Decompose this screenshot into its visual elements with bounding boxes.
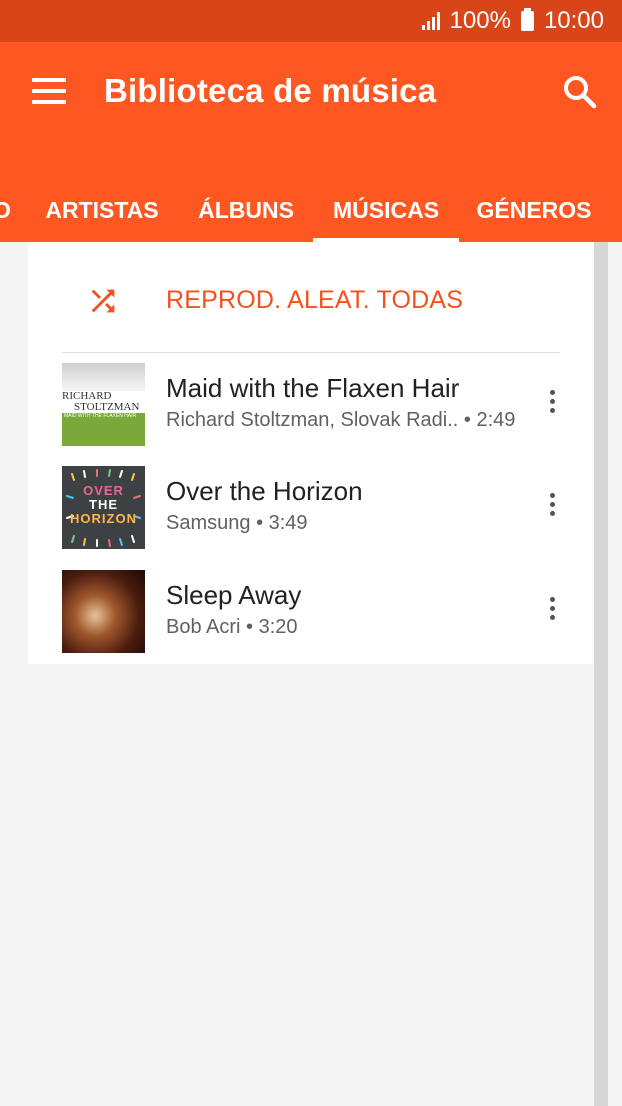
song-duration: 2:49 (476, 409, 516, 431)
song-subtitle: Bob Acri • 3:20 (166, 616, 298, 638)
shuffle-label: REPROD. ALEAT. TODAS (166, 286, 464, 314)
song-subtitle: Richard Stoltzman, Slovak Radi.. • 2:49 (166, 409, 516, 431)
battery-icon (520, 8, 534, 31)
album-art (62, 570, 145, 653)
song-duration: 3:49 (268, 512, 308, 534)
clock: 10:00 (543, 7, 604, 34)
status-bar: 100% 10:00 (0, 0, 622, 42)
app-bar: Biblioteca de música O ARTISTAS ÁLBUNS M… (0, 42, 622, 242)
more-options-icon[interactable] (542, 586, 562, 630)
album-art-text: THE (89, 497, 118, 512)
song-list: REPROD. ALEAT. TODAS RICHARD STOLTZMAN M… (28, 242, 594, 664)
song-artist: Richard Stoltzman, Slovak Radi.. (166, 409, 459, 431)
album-art-text: MAID WITH THE FLAXEN HAIR (64, 413, 137, 419)
tab-songs[interactable]: MÚSICAS (313, 178, 459, 242)
tab-bar: O ARTISTAS ÁLBUNS MÚSICAS GÉNEROS (0, 178, 622, 242)
song-title: Over the Horizon (166, 476, 363, 506)
song-item[interactable]: RICHARD STOLTZMAN MAID WITH THE FLAXEN H… (28, 353, 594, 457)
more-options-icon[interactable] (542, 482, 562, 526)
menu-icon[interactable] (32, 78, 66, 104)
shuffle-icon (91, 289, 115, 313)
signal-icon (421, 12, 440, 30)
tab-albums[interactable]: ÁLBUNS (190, 178, 302, 242)
battery-percent: 100% (449, 7, 511, 34)
page-title: Biblioteca de música (104, 72, 437, 109)
tab-genres[interactable]: GÉNEROS (470, 178, 598, 242)
album-art-text: HORIZON (70, 511, 137, 526)
album-art-text: OVER (83, 483, 124, 498)
album-art: OVER THE HORIZON (62, 466, 145, 549)
song-title: Sleep Away (166, 580, 302, 610)
song-item[interactable]: OVER THE HORIZON Over the Horizon Samsun… (28, 456, 594, 560)
album-art: RICHARD STOLTZMAN MAID WITH THE FLAXEN H… (62, 363, 145, 446)
scrollbar[interactable] (594, 242, 608, 1106)
search-icon[interactable] (560, 72, 600, 112)
song-artist: Samsung (166, 512, 251, 534)
song-duration: 3:20 (258, 616, 298, 638)
tab-artists[interactable]: ARTISTAS (40, 178, 164, 242)
shuffle-all-button[interactable]: REPROD. ALEAT. TODAS (28, 242, 594, 352)
song-subtitle: Samsung • 3:49 (166, 512, 308, 534)
more-options-icon[interactable] (542, 379, 562, 423)
song-item[interactable]: Sleep Away Bob Acri • 3:20 (28, 560, 594, 664)
tab-partial[interactable]: O (0, 178, 12, 242)
album-art-text: STOLTZMAN (74, 401, 140, 413)
song-artist: Bob Acri (166, 616, 241, 638)
song-title: Maid with the Flaxen Hair (166, 373, 460, 403)
